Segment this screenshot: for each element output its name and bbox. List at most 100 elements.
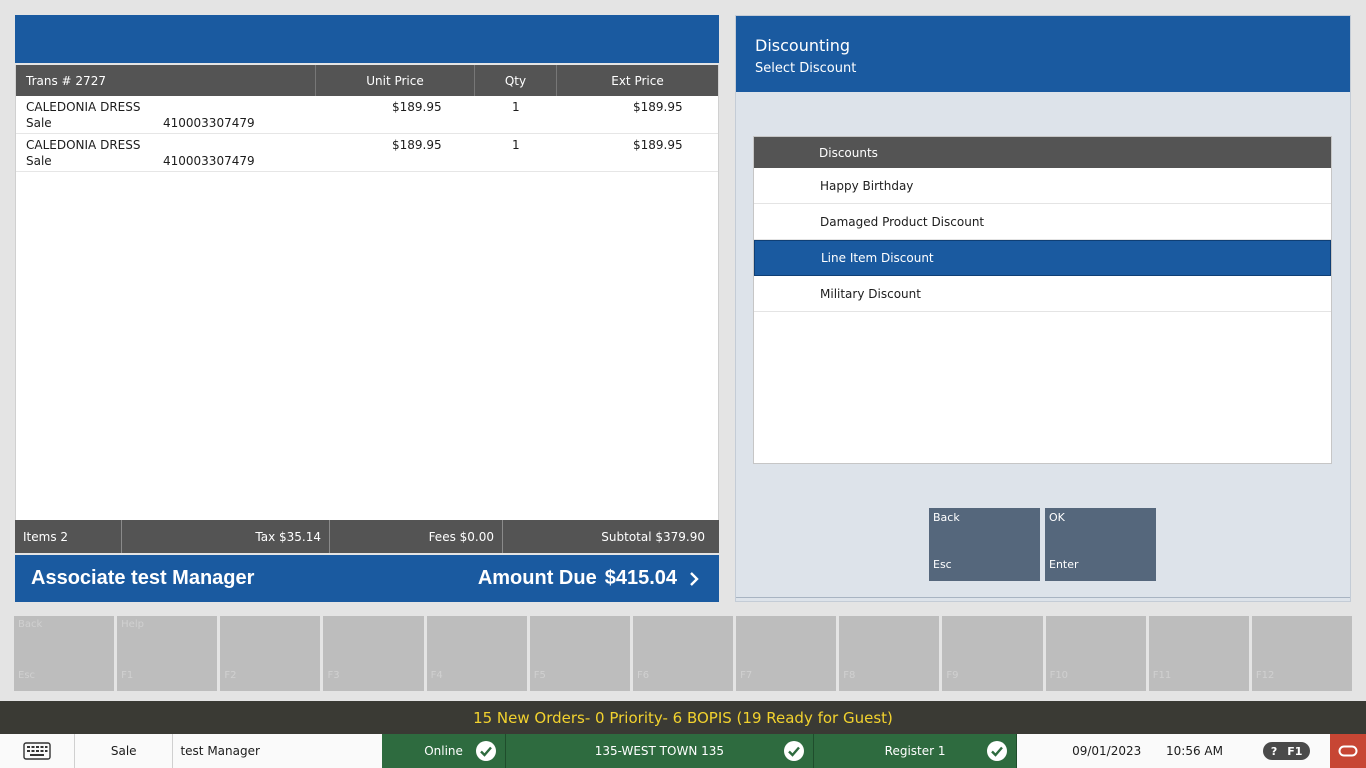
item-ext-price: $189.95 xyxy=(633,100,683,114)
item-unit-price: $189.95 xyxy=(392,100,442,114)
keyboard-icon xyxy=(23,742,51,760)
back-button[interactable]: Back Esc xyxy=(929,508,1040,581)
time-label: 10:56 AM xyxy=(1166,744,1223,758)
fkey-key: F11 xyxy=(1152,670,1172,681)
fkey-f9[interactable]: F9 xyxy=(942,616,1043,691)
fkey-f7[interactable]: F7 xyxy=(736,616,837,691)
amount-due-group[interactable]: Amount Due $415.04 xyxy=(478,567,703,590)
fkey-label: Back xyxy=(18,619,43,630)
back-button-key: Esc xyxy=(933,558,952,571)
oracle-logo-button[interactable] xyxy=(1329,734,1366,768)
fkey-f5[interactable]: F5 xyxy=(529,616,630,691)
tax-total: Tax $35.14 xyxy=(122,520,330,553)
check-circle-icon xyxy=(987,741,1008,761)
fkey-f11[interactable]: F11 xyxy=(1148,616,1249,691)
date-label: 09/01/2023 xyxy=(1072,744,1142,758)
ok-button-key: Enter xyxy=(1049,558,1079,571)
items-count: Items 2 xyxy=(15,520,122,553)
item-qty: 1 xyxy=(512,138,520,152)
store-status: 135-WEST TOWN 135 xyxy=(505,734,815,768)
store-label: 135-WEST TOWN 135 xyxy=(594,744,725,758)
item-name: CALEDONIA DRESS xyxy=(26,100,141,114)
table-row[interactable]: CALEDONIA DRESS Sale 410003307479 $189.9… xyxy=(16,134,718,172)
fkey-key: F3 xyxy=(327,670,340,681)
mode-label: Sale xyxy=(75,734,174,768)
subtotal: Subtotal $379.90 xyxy=(601,529,705,544)
amount-due-value: $415.04 xyxy=(604,567,677,589)
fkey-f4[interactable]: F4 xyxy=(426,616,527,691)
fkey-f6[interactable]: F6 xyxy=(632,616,734,691)
discount-list: Discounts Happy Birthday Damaged Product… xyxy=(753,136,1332,464)
associate-name: Associate test Manager xyxy=(31,567,255,589)
discount-list-header: Discounts xyxy=(754,137,1331,168)
chevron-right-icon xyxy=(690,571,699,586)
panel-subtitle: Select Discount xyxy=(755,61,857,76)
fkey-key: F7 xyxy=(740,670,753,681)
totals-bar: Items 2 Tax $35.14 Fees $0.00 Subtotal $… xyxy=(15,520,719,553)
fkey-f12[interactable]: F12 xyxy=(1251,616,1353,691)
user-label: test Manager xyxy=(180,744,260,758)
help-area: ? F1 xyxy=(1244,734,1330,768)
back-button-label: Back xyxy=(933,511,960,524)
help-key: F1 xyxy=(1287,744,1303,758)
item-unit-price: $189.95 xyxy=(392,138,442,152)
fkey-key: F12 xyxy=(1255,670,1275,681)
fkey-key: F10 xyxy=(1049,670,1069,681)
transaction-table-header: Trans # 2727 Unit Price Qty Ext Price xyxy=(16,65,718,96)
help-button[interactable]: ? F1 xyxy=(1262,742,1311,760)
list-item-selected[interactable]: Line Item Discount xyxy=(754,240,1331,276)
item-name: CALEDONIA DRESS xyxy=(26,138,141,152)
list-item[interactable]: Happy Birthday xyxy=(754,168,1331,204)
item-sku: 410003307479 xyxy=(163,116,255,130)
trans-label: Trans # xyxy=(26,73,72,88)
amount-due-bar[interactable]: Associate test Manager Amount Due $415.0… xyxy=(15,555,719,602)
fkey-key: Esc xyxy=(18,670,36,681)
item-type: Sale xyxy=(26,116,52,130)
divider xyxy=(736,597,1350,598)
item-sku: 410003307479 xyxy=(163,154,255,168)
item-ext-price: $189.95 xyxy=(633,138,683,152)
list-item[interactable]: Damaged Product Discount xyxy=(754,204,1331,240)
ext-price-header: Ext Price xyxy=(611,73,664,88)
check-circle-icon xyxy=(784,741,805,761)
discounting-header: Discounting Select Discount xyxy=(736,16,1350,92)
fkey-esc[interactable]: Back Esc xyxy=(14,616,115,691)
fkey-label: Help xyxy=(121,619,144,630)
fkey-key: F6 xyxy=(636,670,650,681)
fkey-key: F4 xyxy=(430,670,443,681)
keyboard-button[interactable] xyxy=(0,734,75,768)
fkey-key: F9 xyxy=(946,670,959,681)
trans-number-header: Trans # 2727 xyxy=(16,65,316,96)
fkey-key: F2 xyxy=(224,670,237,681)
fkey-f2[interactable]: F2 xyxy=(220,616,321,691)
fkey-f3[interactable]: F3 xyxy=(323,616,424,691)
discounting-panel: Discounting Select Discount Discounts Ha… xyxy=(735,15,1351,602)
order-notification-bar[interactable]: 15 New Orders- 0 Priority- 6 BOPIS (19 R… xyxy=(0,701,1366,734)
status-bar: Sale test Manager Online 135-WEST TOWN 1… xyxy=(0,734,1366,768)
list-item[interactable]: Military Discount xyxy=(754,276,1331,312)
oracle-logo-icon xyxy=(1338,745,1358,757)
online-status: Online xyxy=(382,734,506,768)
function-key-row: Back Esc Help F1 F2 F3 F4 F5 F6 F7 F8 F9 F… xyxy=(14,616,1353,691)
fkey-key: F8 xyxy=(843,670,856,681)
ok-button-label: OK xyxy=(1049,511,1065,524)
amount-due-label: Amount Due xyxy=(477,567,597,589)
item-type: Sale xyxy=(26,154,52,168)
fkey-f8[interactable]: F8 xyxy=(839,616,940,691)
fkey-f10[interactable]: F10 xyxy=(1045,616,1146,691)
register-label: Register 1 xyxy=(884,744,946,758)
fkey-f1[interactable]: Help F1 xyxy=(117,616,218,691)
ok-button[interactable]: OK Enter xyxy=(1045,508,1156,581)
unit-price-header: Unit Price xyxy=(316,65,475,96)
qty-header: Qty xyxy=(475,65,557,96)
fkey-key: F1 xyxy=(121,670,134,681)
register-status: Register 1 xyxy=(814,734,1018,768)
item-qty: 1 xyxy=(512,100,520,114)
check-circle-icon xyxy=(475,741,496,761)
help-question-icon: ? xyxy=(1270,744,1278,758)
transaction-table: Trans # 2727 Unit Price Qty Ext Price CA… xyxy=(15,65,719,520)
online-label: Online xyxy=(424,744,463,758)
trans-number: 2727 xyxy=(75,73,106,88)
fees-total: Fees $0.00 xyxy=(330,520,503,553)
table-row[interactable]: CALEDONIA DRESS Sale 410003307479 $189.9… xyxy=(16,96,718,134)
